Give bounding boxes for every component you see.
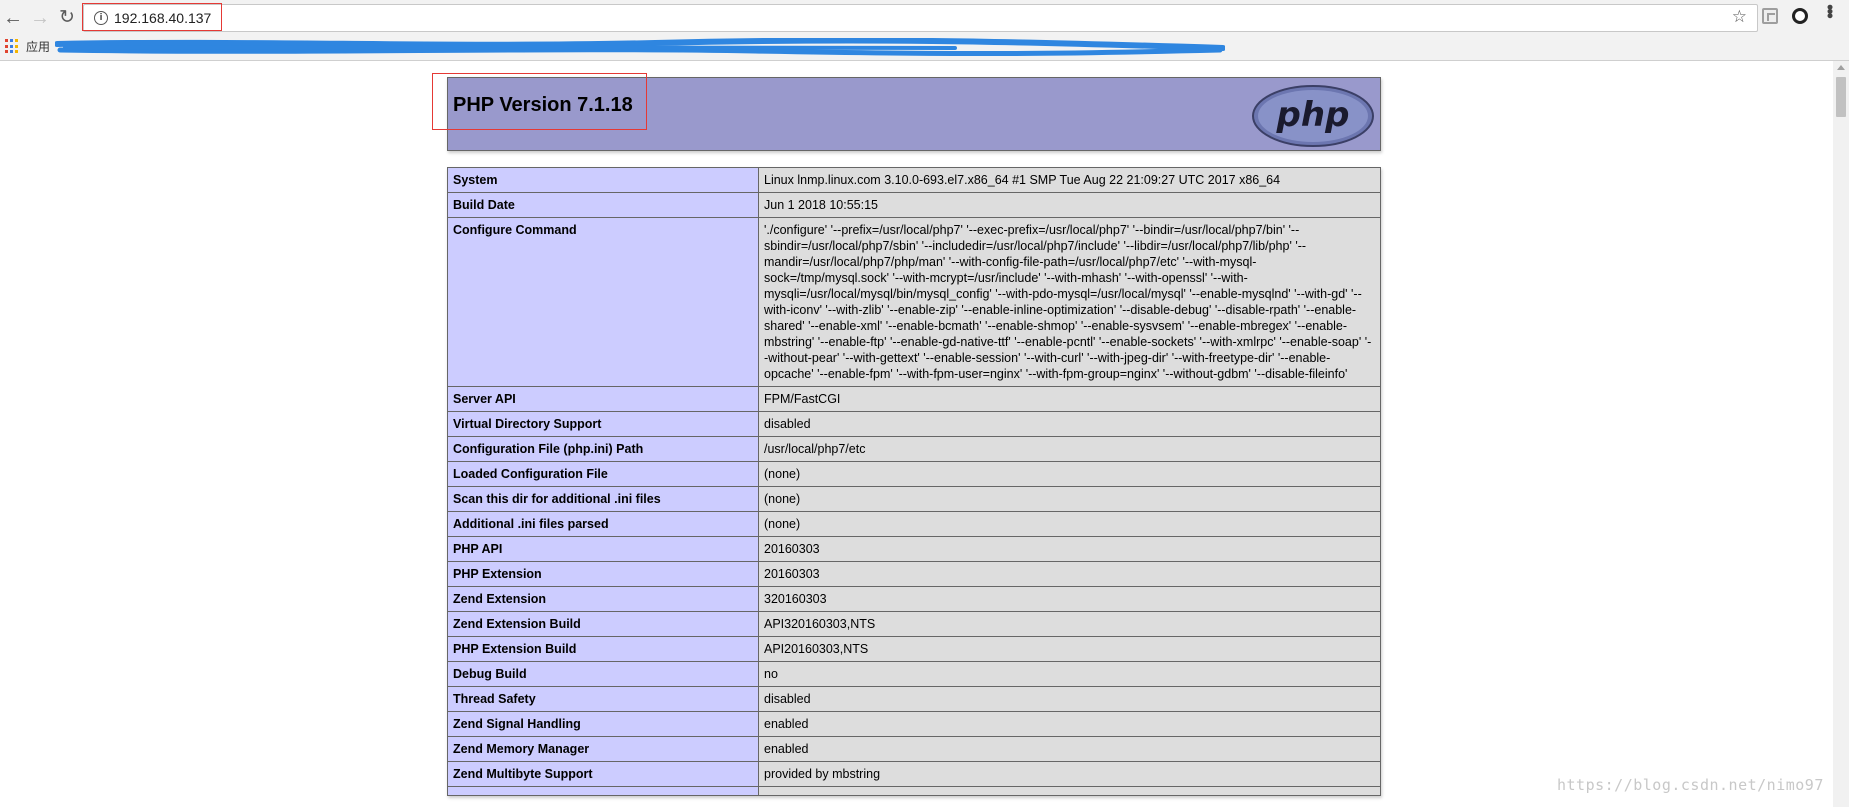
apps-grid-icon[interactable] <box>5 39 20 54</box>
kebab-menu-icon[interactable]: ••• <box>1820 4 1840 17</box>
row-value: API320160303,NTS <box>758 611 1381 637</box>
row-value: enabled <box>758 736 1381 762</box>
row-value: Jun 1 2018 10:55:15 <box>758 192 1381 218</box>
row-value: disabled <box>758 686 1381 712</box>
row-key: Zend Memory Manager <box>447 736 759 762</box>
back-arrow-icon[interactable]: ← <box>2 7 24 29</box>
reload-icon[interactable]: ↻ <box>56 7 78 29</box>
table-row: Configure Command './configure' '--prefix… <box>447 217 1381 387</box>
table-row: Server API FPM/FastCGI <box>447 386 1381 412</box>
row-key <box>447 786 759 796</box>
phpinfo-container: PHP Version 7.1.18 php System Linux lnmp.… <box>432 73 1381 796</box>
row-value: (none) <box>758 511 1381 537</box>
php-logo[interactable]: php <box>1251 84 1375 148</box>
row-key: Thread Safety <box>447 686 759 712</box>
row-key: PHP Extension Build <box>447 636 759 662</box>
row-value: no <box>758 661 1381 687</box>
table-row: Virtual Directory Support disabled <box>447 411 1381 437</box>
forward-arrow-icon[interactable]: → <box>29 7 51 29</box>
url-annotation-box <box>82 3 222 31</box>
row-key: PHP API <box>447 536 759 562</box>
address-bar[interactable]: i 192.168.40.137 ☆ <box>83 4 1758 32</box>
table-row: Zend Extension 320160303 <box>447 586 1381 612</box>
row-key: Debug Build <box>447 661 759 687</box>
row-value <box>758 786 1381 796</box>
row-value: enabled <box>758 711 1381 737</box>
row-key: Configure Command <box>447 217 759 387</box>
table-row: Loaded Configuration File (none) <box>447 461 1381 487</box>
row-key: Configuration File (php.ini) Path <box>447 436 759 462</box>
extension-circle-icon[interactable] <box>1792 8 1808 24</box>
scroll-up-arrow-icon[interactable] <box>1837 65 1845 70</box>
redaction-scribble <box>55 38 1225 57</box>
browser-chrome: ← → ↻ i 192.168.40.137 ☆ ••• 应用 <box>0 0 1849 61</box>
row-value: disabled <box>758 411 1381 437</box>
table-row <box>447 786 1381 796</box>
table-row: Build Date Jun 1 2018 10:55:15 <box>447 192 1381 218</box>
page-viewport: PHP Version 7.1.18 php System Linux lnmp.… <box>0 61 1830 807</box>
title-annotation-box <box>432 73 647 130</box>
row-key: Zend Signal Handling <box>447 711 759 737</box>
row-value: /usr/local/php7/etc <box>758 436 1381 462</box>
table-row: PHP API 20160303 <box>447 536 1381 562</box>
row-key: System <box>447 167 759 193</box>
row-value: (none) <box>758 461 1381 487</box>
table-row: System Linux lnmp.linux.com 3.10.0-693.el… <box>447 167 1381 193</box>
php-logo-text: php <box>1276 95 1350 135</box>
table-row: Zend Signal Handling enabled <box>447 711 1381 737</box>
row-value: 320160303 <box>758 586 1381 612</box>
row-key: Zend Extension Build <box>447 611 759 637</box>
row-key: PHP Extension <box>447 561 759 587</box>
row-value: './configure' '--prefix=/usr/local/php7'… <box>758 217 1381 387</box>
table-row: PHP Extension Build API20160303,NTS <box>447 636 1381 662</box>
row-value: API20160303,NTS <box>758 636 1381 662</box>
row-key: Zend Extension <box>447 586 759 612</box>
row-key: Scan this dir for additional .ini files <box>447 486 759 512</box>
scrollbar-thumb[interactable] <box>1836 77 1846 117</box>
row-value: FPM/FastCGI <box>758 386 1381 412</box>
table-row: PHP Extension 20160303 <box>447 561 1381 587</box>
reader-extension-icon[interactable] <box>1762 8 1778 24</box>
table-row: Debug Build no <box>447 661 1381 687</box>
bookmarks-bar: 应用 <box>0 36 1849 58</box>
row-value: provided by mbstring <box>758 761 1381 787</box>
phpinfo-table: System Linux lnmp.linux.com 3.10.0-693.el… <box>447 167 1381 796</box>
table-row: Configuration File (php.ini) Path/usr/lo… <box>447 436 1381 462</box>
star-icon[interactable]: ☆ <box>1732 7 1747 27</box>
row-key: Additional .ini files parsed <box>447 511 759 537</box>
vertical-scrollbar[interactable] <box>1833 61 1849 807</box>
table-row: Additional .ini files parsed (none) <box>447 511 1381 537</box>
php-header-banner: PHP Version 7.1.18 php <box>432 73 1381 151</box>
table-row: Scan this dir for additional .ini files(… <box>447 486 1381 512</box>
apps-label[interactable]: 应用 <box>26 39 50 55</box>
watermark: https://blog.csdn.net/nimo97 <box>1557 776 1824 794</box>
table-row: Zend Multibyte Support provided by mbstri… <box>447 761 1381 787</box>
table-row: Zend Memory Manager enabled <box>447 736 1381 762</box>
row-value: Linux lnmp.linux.com 3.10.0-693.el7.x86_… <box>758 167 1381 193</box>
table-row: Thread Safety disabled <box>447 686 1381 712</box>
row-key: Build Date <box>447 192 759 218</box>
row-key: Virtual Directory Support <box>447 411 759 437</box>
row-key: Server API <box>447 386 759 412</box>
row-value: (none) <box>758 486 1381 512</box>
row-value: 20160303 <box>758 561 1381 587</box>
row-key: Loaded Configuration File <box>447 461 759 487</box>
row-value: 20160303 <box>758 536 1381 562</box>
row-key: Zend Multibyte Support <box>447 761 759 787</box>
table-row: Zend Extension Build API320160303,NTS <box>447 611 1381 637</box>
